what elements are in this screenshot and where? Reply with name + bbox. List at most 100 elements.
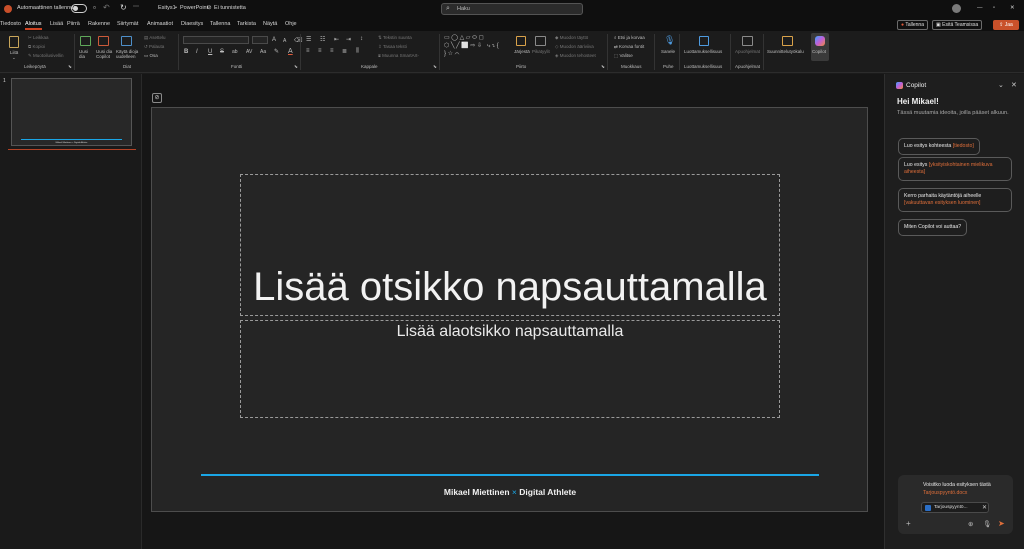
- format-painter-button[interactable]: ✎ Muotoilusivellin: [28, 53, 64, 59]
- sensitivity-button[interactable]: Luottamuksellisuus: [684, 49, 722, 54]
- dictate-icon[interactable]: 🎙: [664, 35, 675, 46]
- globe-icon[interactable]: ⊕: [968, 520, 973, 528]
- line-spacing-icon[interactable]: ↕: [360, 36, 363, 42]
- underline-button[interactable]: U: [208, 49, 212, 55]
- copilot-input-box[interactable]: Voisitko luoda esityksen tästä Tarjouspy…: [898, 475, 1013, 534]
- suggestion-chip[interactable]: Kerro parhaita käytäntöjä aiheelle [vaku…: [898, 188, 1012, 212]
- tab-review[interactable]: Tarkista: [237, 21, 256, 27]
- reset-button[interactable]: ↺ Palauta: [144, 44, 164, 50]
- smartart-button[interactable]: ⧈ Muunna SmartArt-: [378, 53, 419, 58]
- addins-button[interactable]: Apuohjelmat: [735, 49, 760, 54]
- maximize-icon[interactable]: ▫: [993, 5, 995, 11]
- columns-icon[interactable]: ⫼: [356, 48, 359, 55]
- shapes-gallery[interactable]: ▭◯△▱⬭◻ ⬡╲╱⬜⇨⇩ ⤷⤵{ }☆⌒: [444, 34, 506, 58]
- new-slide-button[interactable]: Uusi dia: [79, 49, 93, 59]
- tab-insert[interactable]: Lisää: [50, 21, 63, 27]
- align-center-icon[interactable]: ≡: [318, 48, 322, 54]
- autosave-toggle[interactable]: [71, 4, 87, 13]
- align-text-button[interactable]: ⇳ Tasaa teksti: [378, 44, 407, 50]
- font-size-box[interactable]: [252, 36, 268, 44]
- new-slide-copilot-icon[interactable]: [98, 36, 109, 46]
- text-direction-button[interactable]: ⇅ Tekstin suunta: [378, 35, 412, 41]
- add-icon[interactable]: +: [906, 519, 911, 528]
- numbering-icon[interactable]: ☷: [320, 36, 325, 43]
- select-button[interactable]: ⬚ Valitse: [614, 53, 633, 59]
- shape-effects-button[interactable]: ◈ Muodon tehosteet: [555, 53, 596, 59]
- present-teams-button[interactable]: ▣ Esitä Teamsissa: [932, 20, 983, 30]
- font-launcher-icon[interactable]: ⬊: [294, 64, 298, 70]
- remove-attachment-icon[interactable]: ✕: [982, 504, 987, 511]
- collapse-icon[interactable]: ⌄: [998, 81, 1004, 89]
- suggestion-chip[interactable]: Luo esitys [yksityiskohtainen mielikuva …: [898, 157, 1012, 181]
- decrease-indent-icon[interactable]: ⇤: [334, 36, 339, 43]
- bold-button[interactable]: B: [184, 49, 188, 55]
- reuse-slides-icon[interactable]: [121, 36, 132, 46]
- suggestion-chip[interactable]: Luo esitys kohteesta [tiedosto]: [898, 138, 980, 155]
- tab-design[interactable]: Rakenne: [88, 21, 110, 27]
- new-slide-copilot-button[interactable]: Uusi dia Copilot: [96, 49, 113, 59]
- title-placeholder[interactable]: Lisää otsikko napsauttamalla: [240, 174, 780, 316]
- find-replace-button[interactable]: ⌕ Etsi ja korvaa: [614, 35, 645, 40]
- strikethrough-button[interactable]: S: [220, 49, 224, 55]
- minimize-icon[interactable]: —: [977, 5, 983, 11]
- reuse-slides-button[interactable]: Käytä dioja uudelleen: [116, 49, 140, 59]
- tab-home[interactable]: Aloitus: [25, 21, 42, 30]
- addins-icon[interactable]: [742, 36, 753, 46]
- char-spacing-button[interactable]: AV: [246, 49, 252, 55]
- highlight-icon[interactable]: ✎: [274, 48, 279, 55]
- paste-icon[interactable]: [9, 36, 19, 48]
- close-pane-icon[interactable]: ✕: [1011, 81, 1017, 89]
- arrange-icon[interactable]: [516, 36, 526, 46]
- record-button[interactable]: ● Tallenna: [897, 20, 928, 30]
- clipboard-launcher-icon[interactable]: ⬊: [68, 64, 72, 70]
- sensitivity-label-icon[interactable]: ⊘: [207, 5, 212, 11]
- shape-fill-button[interactable]: ◆ Muodon täyttö: [555, 35, 588, 41]
- layout-button[interactable]: ▤ Asettelu: [144, 35, 166, 41]
- sensitivity-label-status[interactable]: Ei tunnistetta: [214, 5, 246, 11]
- tab-transitions[interactable]: Siirtymät: [117, 21, 138, 27]
- search-box[interactable]: ⌕ Haku: [441, 3, 583, 15]
- undo-icon[interactable]: ↶: [103, 3, 110, 12]
- clear-formatting-icon[interactable]: ⌫: [294, 37, 302, 44]
- quick-styles-icon[interactable]: [535, 36, 546, 46]
- save-icon[interactable]: ▫: [93, 3, 96, 12]
- slide[interactable]: Lisää otsikko napsauttamalla Lisää alaot…: [151, 107, 868, 512]
- copy-button[interactable]: ⧉ Kopioi: [28, 44, 45, 49]
- quick-styles-button[interactable]: Pikatyylit: [532, 49, 550, 54]
- file-name[interactable]: Esitys1: [158, 5, 176, 11]
- accessibility-icon[interactable]: ⊘: [152, 93, 162, 103]
- align-left-icon[interactable]: ≡: [306, 48, 310, 54]
- customize-toolbar-icon[interactable]: ⋯: [133, 3, 139, 10]
- font-name-box[interactable]: [183, 36, 249, 44]
- shape-outline-button[interactable]: ◇ Muodon ääriviiva: [555, 44, 594, 50]
- bullets-icon[interactable]: ☰: [306, 36, 311, 43]
- align-right-icon[interactable]: ≡: [330, 48, 334, 54]
- tab-view[interactable]: Näytä: [263, 21, 277, 27]
- replace-fonts-button[interactable]: ⇄ Korvaa fontit: [614, 44, 644, 50]
- new-slide-icon[interactable]: [80, 36, 91, 46]
- tab-record[interactable]: Tallenna: [210, 21, 231, 27]
- subtitle-placeholder[interactable]: Lisää alaotsikko napsauttamalla: [240, 320, 780, 418]
- drawing-launcher-icon[interactable]: ⬊: [601, 64, 605, 70]
- subscript-button[interactable]: ab: [232, 49, 238, 55]
- close-icon[interactable]: ✕: [1010, 5, 1015, 11]
- share-button[interactable]: ⇪ Jaa: [993, 20, 1019, 30]
- designer-button[interactable]: Suunnittelutyökalu: [767, 49, 804, 54]
- italic-button[interactable]: I: [196, 49, 198, 55]
- suggestion-chip[interactable]: Miten Copilot voi auttaa?: [898, 219, 968, 236]
- account-avatar[interactable]: [952, 4, 961, 13]
- sensitivity-icon[interactable]: [699, 36, 709, 46]
- tab-draw[interactable]: Piirrä: [67, 21, 80, 27]
- tab-help[interactable]: Ohje: [285, 21, 297, 27]
- section-button[interactable]: ▭ Osa: [144, 53, 158, 59]
- slide-thumbnail[interactable]: Mikael Miettinen × Digital Athlete: [11, 78, 132, 146]
- tab-slideshow[interactable]: Diaesitys: [181, 21, 203, 27]
- justify-icon[interactable]: ≣: [342, 48, 347, 55]
- cut-button[interactable]: ✂ Leikkaa: [28, 35, 49, 41]
- paragraph-launcher-icon[interactable]: ⬊: [433, 64, 437, 70]
- paste-dropdown-icon[interactable]: ⌄: [12, 55, 16, 61]
- microphone-icon[interactable]: 🎙: [983, 520, 991, 528]
- arrange-button[interactable]: Järjestä: [514, 49, 530, 54]
- tab-file[interactable]: Tiedosto: [0, 21, 21, 27]
- send-icon[interactable]: ➤: [998, 519, 1005, 528]
